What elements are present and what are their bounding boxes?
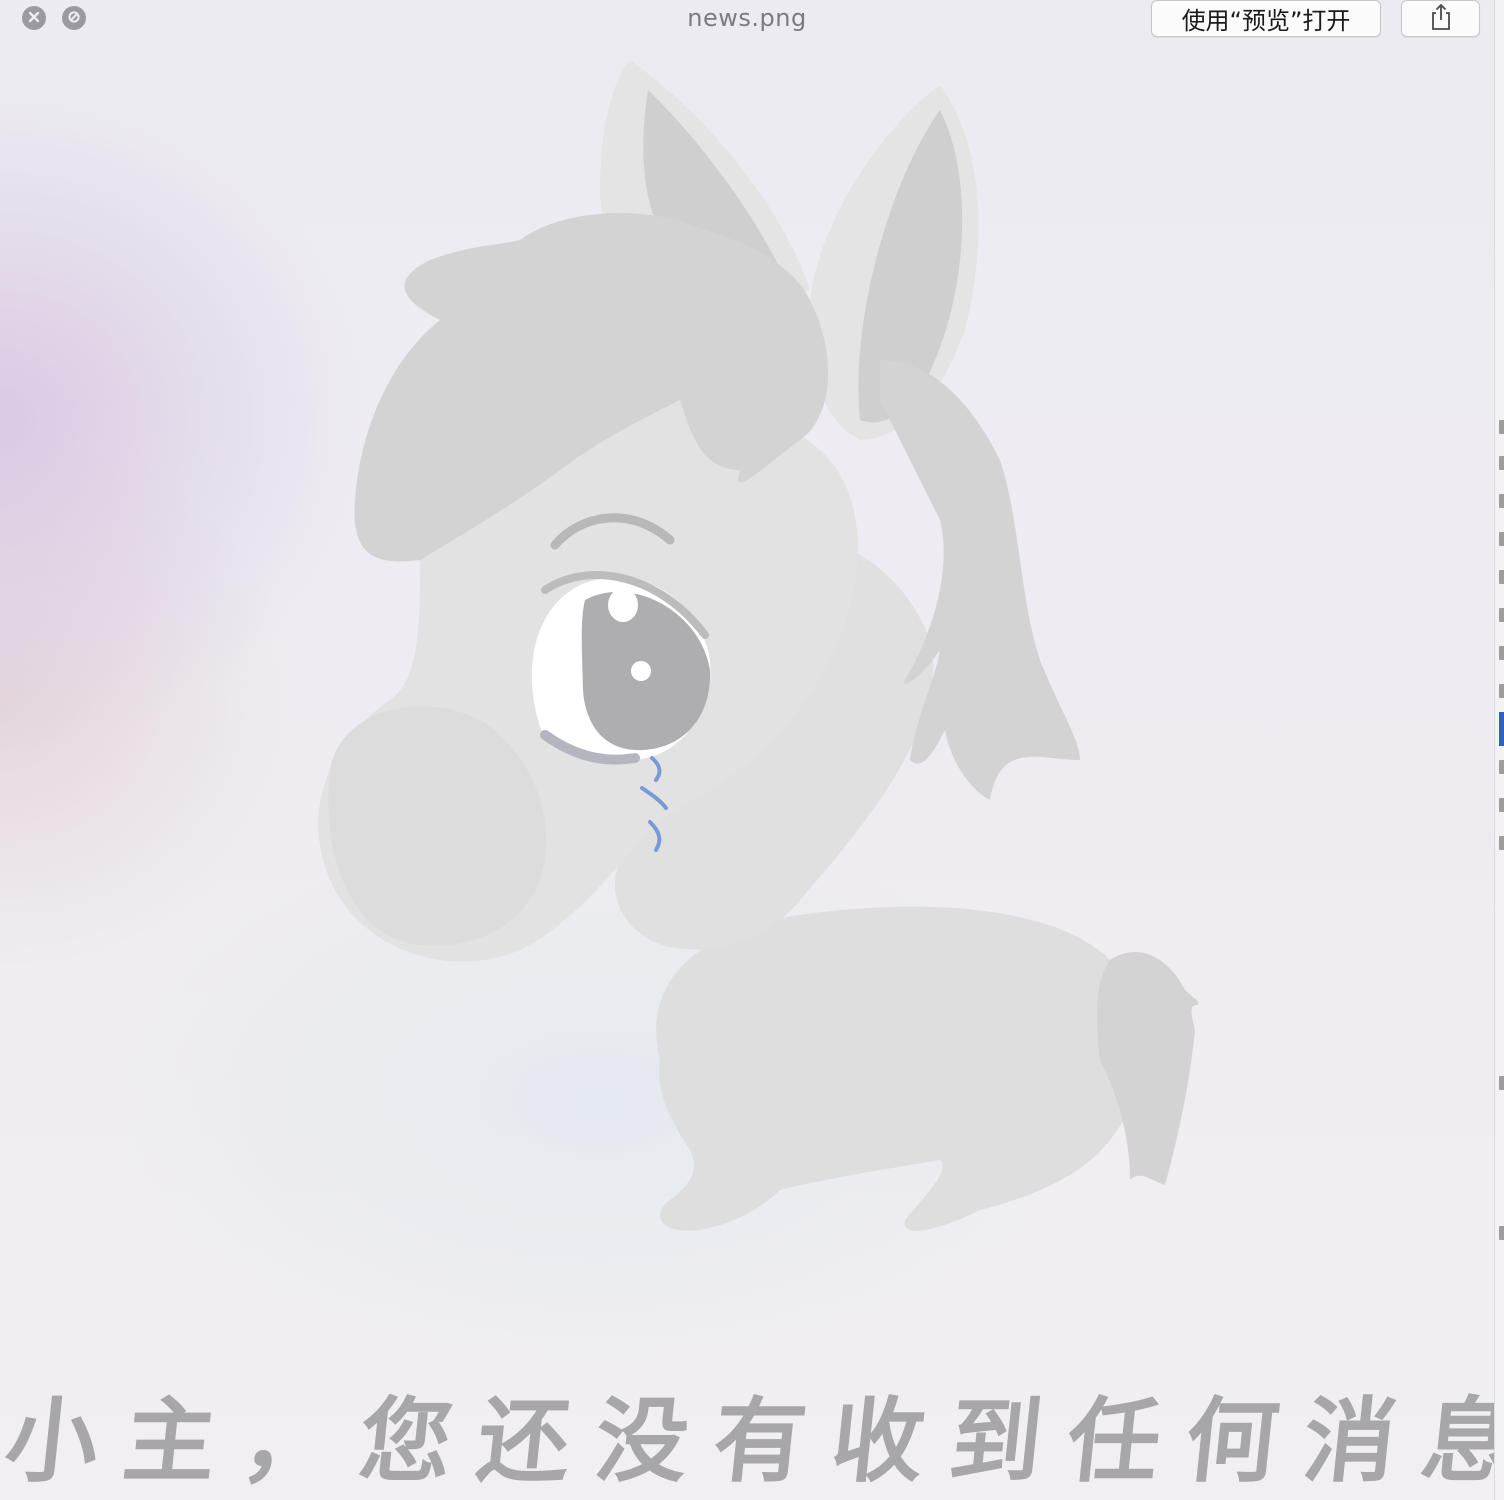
crying-donkey-illustration (318, 60, 1199, 1231)
empty-message-text: 小主，您还没有收到任何消息 (0, 1387, 1494, 1495)
background-window-edge (1494, 0, 1504, 1500)
donkey-tail (1097, 951, 1199, 1185)
quicklook-window: news.png 使用“预览”打开 小主，您还没有收到任何消息 (0, 0, 1494, 1500)
